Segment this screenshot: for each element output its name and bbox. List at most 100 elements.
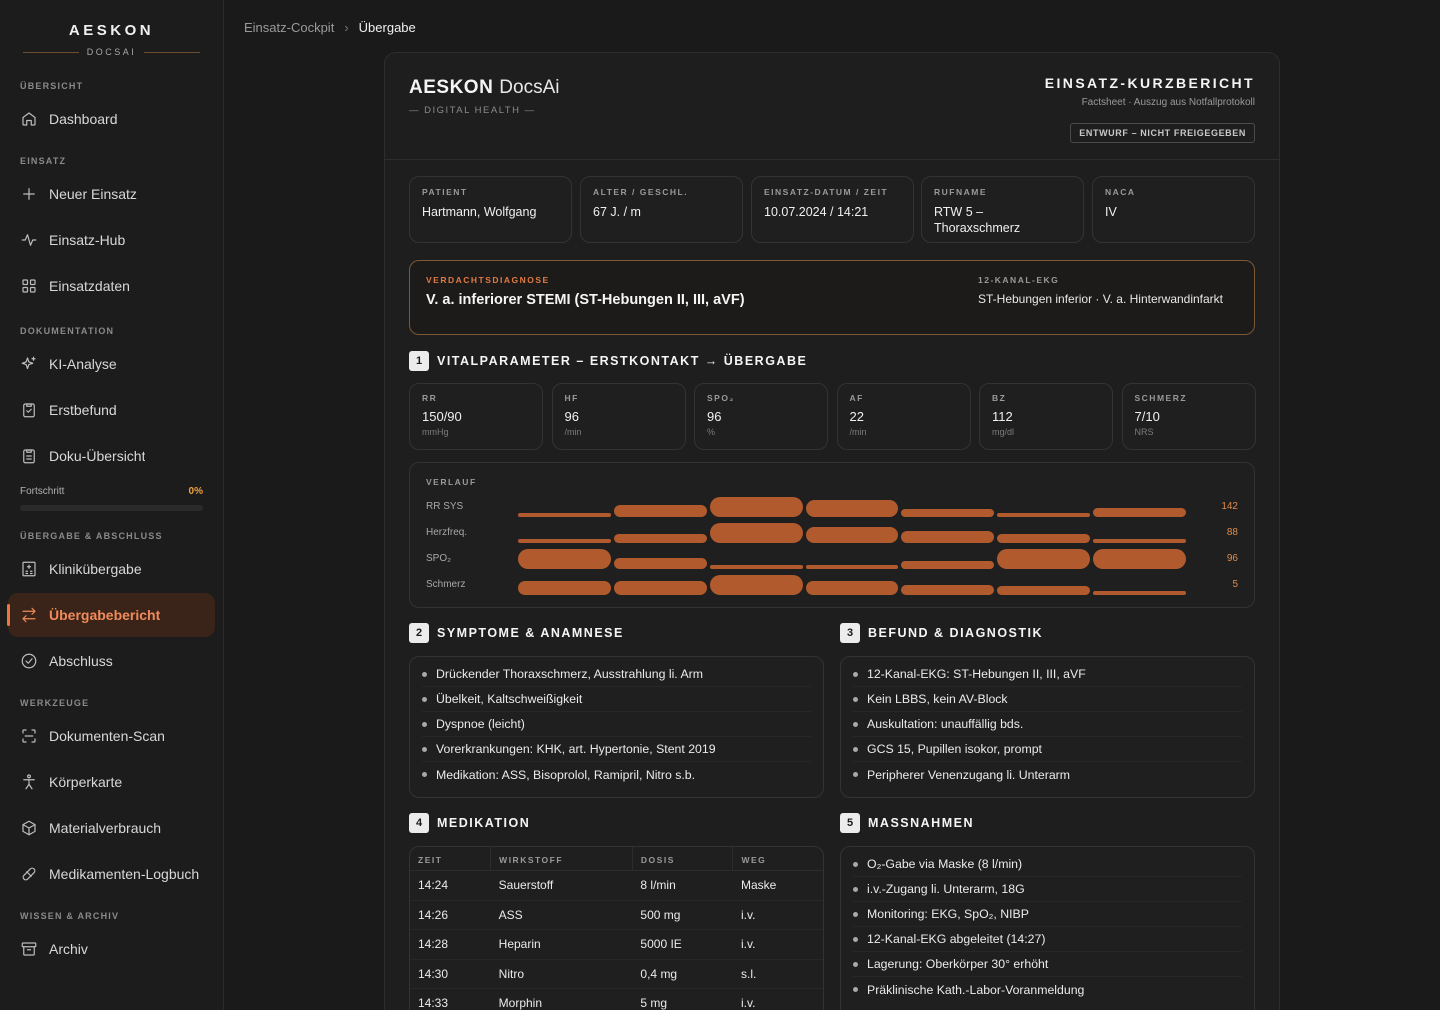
vital-card: RR 150/90 mmHg bbox=[409, 383, 543, 450]
report-card: AESKON DocsAi — DIGITAL HEALTH — EINSATZ-… bbox=[384, 52, 1280, 1010]
table-header: WEG bbox=[732, 847, 823, 871]
trend-bar bbox=[613, 505, 707, 517]
trend-label: RR SYS bbox=[426, 501, 464, 512]
sidebar-item-ai-analysis[interactable]: KI-Analyse bbox=[8, 342, 215, 386]
app-logo[interactable]: AESKON DOCSAI bbox=[0, 0, 223, 57]
list-item: Kein LBBS, kein AV-Block bbox=[853, 687, 1242, 712]
sidebar-item-mission-data[interactable]: Einsatzdaten bbox=[8, 264, 215, 308]
fact-card: RUFNAME RTW 5 – Thoraxschmerz bbox=[921, 176, 1084, 243]
list-item: Dyspnoe (leicht) bbox=[422, 712, 811, 737]
vital-value: 7/10 bbox=[1134, 409, 1160, 424]
fact-label: RUFNAME bbox=[934, 187, 987, 197]
table-cell: 500 mg bbox=[632, 900, 733, 930]
fact-card: NACA IV bbox=[1092, 176, 1255, 243]
vital-label: SPO₂ bbox=[707, 393, 735, 403]
vital-value: 96 bbox=[707, 409, 722, 424]
vital-card: BZ 112 mg/dl bbox=[979, 383, 1113, 450]
sidebar-item-label: Dokumenten-Scan bbox=[49, 728, 165, 744]
clipboard-list-icon bbox=[20, 447, 38, 465]
trend-bar bbox=[518, 581, 611, 595]
sidebar-item-label: KI-Analyse bbox=[49, 356, 117, 372]
fact-value: 10.07.2024 / 14:21 bbox=[764, 205, 869, 219]
vital-label: SCHMERZ bbox=[1134, 393, 1188, 403]
section-heading-vitals: 1 VITALPARAMETER – ERSTKONTAKT → ÜBERGAB… bbox=[409, 351, 807, 371]
trend-label: SPO₂ bbox=[426, 553, 451, 564]
table-cell: Sauerstoff bbox=[490, 870, 633, 901]
trend-bar bbox=[901, 509, 995, 517]
trend-row: SPO₂ 96 bbox=[410, 549, 1254, 569]
hospital-icon bbox=[20, 560, 38, 578]
sidebar-item-doc-scan[interactable]: Dokumenten-Scan bbox=[8, 714, 215, 758]
section-number: 2 bbox=[409, 623, 429, 643]
trend-panel: VERLAUF RR SYS 142 Herzfreq. 88 SPO₂ 96 Schmer… bbox=[409, 462, 1255, 608]
brand-name: AESKON bbox=[409, 77, 494, 98]
table-cell: s.l. bbox=[732, 959, 823, 989]
trend-bars bbox=[518, 575, 1187, 595]
bullet-icon bbox=[853, 911, 858, 917]
sidebar-item-mission-hub[interactable]: Einsatz-Hub bbox=[8, 218, 215, 262]
sidebar-item-clinic-handover[interactable]: Klinikübergabe bbox=[8, 547, 215, 591]
list-item: Medikation: ASS, Bisoprolol, Ramipril, N… bbox=[422, 762, 811, 787]
table-cell: Nitro bbox=[490, 959, 633, 989]
list-item-text: Vorerkrankungen: KHK, art. Hypertonie, S… bbox=[436, 742, 716, 756]
sidebar-item-closing[interactable]: Abschluss bbox=[8, 639, 215, 683]
plus-icon bbox=[20, 185, 38, 203]
table-cell: 14:33 bbox=[410, 988, 491, 1010]
trend-row: Herzfreq. 88 bbox=[410, 523, 1254, 543]
table-row: 14:33 Morphin 5 mg i.v. bbox=[410, 988, 823, 1010]
sidebar-item-doc-overview[interactable]: Doku-Übersicht bbox=[8, 434, 215, 478]
table-cell: i.v. bbox=[732, 900, 823, 930]
sidebar-item-material-usage[interactable]: Materialverbrauch bbox=[8, 806, 215, 850]
vital-unit: /min bbox=[564, 427, 582, 437]
trend-bar bbox=[709, 523, 803, 543]
list-item-text: Auskultation: unauffällig bds. bbox=[867, 717, 1024, 731]
medication-table-box: ZEIT WIRKSTOFF DOSIS WEG 14:24 Sauerstoff 8 l… bbox=[409, 846, 824, 1010]
medication-table: ZEIT WIRKSTOFF DOSIS WEG 14:24 Sauerstoff 8 l… bbox=[410, 847, 823, 1010]
fact-value: RTW 5 – Thoraxschmerz bbox=[934, 205, 1021, 235]
sidebar-item-label: Dashboard bbox=[49, 111, 118, 127]
list-item: Vorerkrankungen: KHK, art. Hypertonie, S… bbox=[422, 737, 811, 762]
section-label-knowledge: WISSEN & ARCHIV bbox=[20, 911, 120, 921]
breadcrumb-parent[interactable]: Einsatz-Cockpit bbox=[244, 20, 334, 35]
sidebar-item-new-mission[interactable]: Neuer Einsatz bbox=[8, 172, 215, 216]
bullet-icon bbox=[853, 721, 858, 727]
sidebar-item-med-log[interactable]: Medikamenten-Logbuch bbox=[8, 852, 215, 896]
person-icon bbox=[20, 773, 38, 791]
section-title: BEFUND & DIAGNOSTIK bbox=[868, 626, 1044, 640]
sidebar-item-dashboard[interactable]: Dashboard bbox=[8, 97, 215, 141]
sidebar-item-label: Archiv bbox=[49, 941, 88, 957]
sidebar-item-first-findings[interactable]: Erstbefund bbox=[8, 388, 215, 432]
trend-bar bbox=[997, 586, 1091, 595]
trend-bar bbox=[1093, 549, 1187, 569]
bullet-icon bbox=[853, 861, 858, 867]
trend-bar bbox=[518, 513, 611, 517]
list-item-text: 12-Kanal-EKG abgeleitet (14:27) bbox=[867, 932, 1046, 946]
brand-tagline: — DIGITAL HEALTH — bbox=[409, 105, 536, 116]
table-row: 14:30 Nitro 0,4 mg s.l. bbox=[410, 959, 823, 989]
list-item: i.v.-Zugang li. Unterarm, 18G bbox=[853, 877, 1242, 902]
progress-indicator: Fortschritt 0% bbox=[0, 486, 223, 497]
sidebar-item-handover-report[interactable]: Übergabebericht bbox=[7, 593, 215, 637]
trend-bar bbox=[709, 497, 803, 517]
sidebar-item-label: Einsatz-Hub bbox=[49, 232, 126, 248]
sidebar-item-label: Doku-Übersicht bbox=[49, 448, 146, 464]
fact-card: ALTER / GESCHL. 67 J. / m bbox=[580, 176, 743, 243]
progress-value: 0% bbox=[188, 486, 203, 497]
sidebar-item-body-map[interactable]: Körperkarte bbox=[8, 760, 215, 804]
trend-value: 5 bbox=[1232, 579, 1238, 590]
section-number: 4 bbox=[409, 813, 429, 833]
list-item: Drückender Thoraxschmerz, Ausstrahlung l… bbox=[422, 662, 811, 687]
bullet-icon bbox=[853, 746, 858, 752]
table-cell: Maske bbox=[732, 870, 823, 901]
bullet-icon bbox=[422, 671, 427, 677]
sidebar-item-archive[interactable]: Archiv bbox=[8, 927, 215, 971]
fact-value: Hartmann, Wolfgang bbox=[422, 205, 537, 219]
bullet-icon bbox=[853, 671, 858, 677]
bullet-icon bbox=[853, 696, 858, 702]
trend-bar bbox=[805, 581, 899, 595]
fact-value: 67 J. / m bbox=[593, 205, 641, 219]
fact-label: ALTER / GESCHL. bbox=[593, 187, 689, 197]
clipboard-check-icon bbox=[20, 401, 38, 419]
table-cell: 5 mg bbox=[632, 988, 733, 1010]
table-row: 14:26 ASS 500 mg i.v. bbox=[410, 900, 823, 930]
